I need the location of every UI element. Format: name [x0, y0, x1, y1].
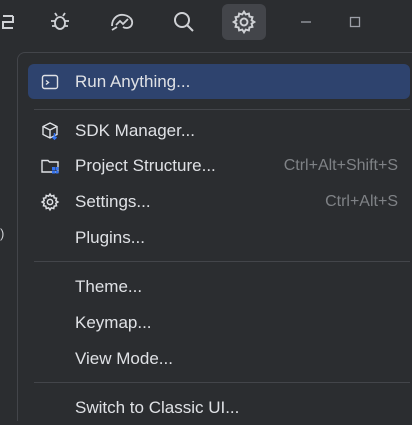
- menu-separator: [34, 109, 410, 110]
- folder-grid-icon: [40, 156, 60, 176]
- gear-icon: [40, 192, 60, 212]
- search-icon[interactable]: [168, 6, 200, 38]
- run-anything-icon: [40, 72, 60, 92]
- menu-item-label: Keymap...: [75, 312, 152, 332]
- profiler-icon[interactable]: [106, 6, 138, 38]
- sdk-cube-icon: [40, 121, 60, 141]
- maximize-icon[interactable]: [343, 10, 367, 34]
- menu-item-label: Theme...: [75, 276, 143, 296]
- menu-item-label: SDK Manager...: [75, 120, 196, 140]
- editor-edge-strip: ): [0, 44, 14, 421]
- menu-item-settings[interactable]: Settings... Ctrl+Alt+S: [28, 184, 410, 219]
- menu-item-view-mode[interactable]: View Mode...: [28, 341, 410, 376]
- menu-item-run-anything[interactable]: Run Anything...: [28, 64, 410, 99]
- minimize-icon[interactable]: [294, 10, 318, 34]
- settings-icon[interactable]: [222, 4, 266, 40]
- settings-popup-menu: Run Anything... SDK Manager... Project S…: [17, 52, 412, 421]
- menu-separator: [34, 382, 410, 383]
- menu-separator: [34, 261, 410, 262]
- menu-item-sdk-manager[interactable]: SDK Manager...: [28, 113, 410, 148]
- menu-item-project-structure[interactable]: Project Structure... Ctrl+Alt+Shift+S: [28, 148, 410, 183]
- menu-item-shortcut: Ctrl+Alt+Shift+S: [283, 156, 398, 174]
- menu-item-label: Switch to Classic UI...: [75, 397, 240, 417]
- menu-item-theme[interactable]: Theme...: [28, 269, 410, 304]
- menu-item-keymap[interactable]: Keymap...: [28, 305, 410, 340]
- debug-icon[interactable]: [44, 6, 76, 38]
- menu-item-shortcut: Ctrl+Alt+S: [325, 192, 398, 210]
- menu-item-label: View Mode...: [75, 348, 173, 368]
- menu-item-label: Project Structure...: [75, 155, 216, 175]
- menu-item-label: Plugins...: [75, 227, 145, 247]
- partial-logo-icon[interactable]: [0, 6, 24, 38]
- menu-item-label: Run Anything...: [75, 71, 191, 91]
- menu-item-label: Settings...: [75, 191, 151, 211]
- menu-item-switch-classic-ui[interactable]: Switch to Classic UI...: [28, 390, 410, 425]
- main-toolbar: [0, 0, 412, 44]
- edge-glyph: ): [0, 226, 5, 241]
- menu-item-plugins[interactable]: Plugins...: [28, 220, 410, 255]
